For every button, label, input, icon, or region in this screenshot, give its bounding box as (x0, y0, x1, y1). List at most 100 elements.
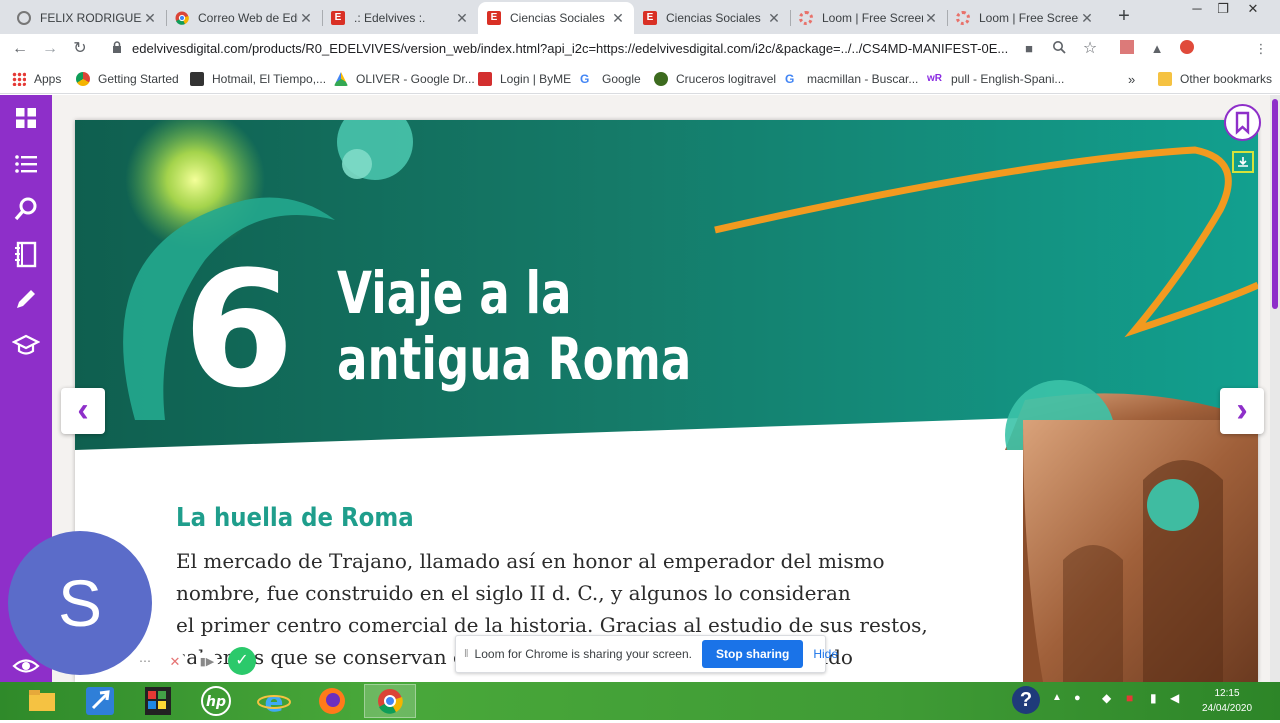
folder-icon (1158, 72, 1172, 86)
google-icon: G (785, 72, 795, 86)
tab-edelvives[interactable]: E .: Edelvives :. ✕ (322, 2, 478, 34)
reload-icon[interactable]: ↻ (69, 38, 91, 60)
restore-icon[interactable]: ❐ (1206, 0, 1240, 20)
help-icon[interactable]: ? (1012, 686, 1040, 714)
internet-explorer-icon[interactable]: e (254, 684, 294, 718)
tab-ciencias-sociales-active[interactable]: E Ciencias Sociales ✕ (478, 2, 634, 34)
bookmarks-overflow-button[interactable]: » (1128, 71, 1135, 87)
bookmark-oliver-drive[interactable]: OLIVER - Google Dr... (334, 71, 475, 87)
notebook-icon[interactable] (12, 240, 40, 268)
bookmark-label: macmillan - Buscar... (807, 72, 919, 86)
msn-icon (190, 72, 204, 86)
battery-icon[interactable]: ▮ (1150, 691, 1157, 705)
tab-title: FELIX RODRIGUEZ I (40, 11, 142, 25)
bookmark-getting-started[interactable]: Getting Started (76, 71, 179, 87)
tab-loom-1[interactable]: Loom | Free Screen ✕ (790, 2, 947, 34)
antivirus-icon[interactable]: ■ (1126, 691, 1133, 705)
next-page-button[interactable]: › (1220, 388, 1264, 434)
bookmark-other[interactable]: Other bookmarks (1158, 71, 1272, 87)
back-arrow-icon[interactable]: ← (9, 38, 31, 60)
bookmark-page-button[interactable] (1224, 104, 1261, 141)
tab-loom-2[interactable]: Loom | Free Screen ✕ (947, 2, 1103, 34)
bookmark-google[interactable]: G Google (580, 71, 641, 87)
tab-correo[interactable]: Correo Web de Edu ✕ (166, 2, 322, 34)
zoom-icon[interactable] (1050, 40, 1068, 58)
close-tab-icon[interactable]: ✕ (1079, 10, 1095, 26)
bookmark-label: Hotmail, El Tiempo,... (212, 72, 327, 86)
volume-icon[interactable]: ◀ (1170, 691, 1179, 705)
system-clock[interactable]: 12:15 24/04/2020 (1198, 686, 1256, 716)
paint-app-icon[interactable] (138, 684, 178, 718)
tab-felix[interactable]: FELIX RODRIGUEZ I ✕ (8, 2, 166, 34)
close-tab-icon[interactable]: ✕ (454, 10, 470, 26)
extension-icon[interactable] (1178, 40, 1196, 58)
chrome-taskbar-icon[interactable] (364, 684, 416, 718)
graduation-cap-icon[interactable] (12, 331, 40, 359)
apps-grid-icon (12, 72, 26, 86)
window-close-icon[interactable]: ✕ (1236, 0, 1270, 20)
address-bar[interactable]: edelvivesdigital.com/products/R0_EDELVIV… (100, 36, 1112, 62)
rocket-app-icon[interactable] (80, 684, 120, 718)
body-line: El mercado de Trajano, llamado así en ho… (176, 549, 885, 573)
body-line: nombre, fue construido en el siglo II d.… (176, 581, 851, 605)
google-drive-icon (334, 72, 348, 86)
loom-finish-icon[interactable]: ✓ (228, 647, 256, 675)
hp-icon[interactable]: hp (196, 684, 236, 718)
google-icon: G (580, 72, 590, 86)
bookmark-label: OLIVER - Google Dr... (356, 72, 475, 86)
bookmark-star-icon[interactable]: ☆ (1081, 40, 1099, 58)
list-icon[interactable] (12, 150, 40, 178)
search-icon[interactable] (12, 195, 40, 223)
tab-ciencias-sociales[interactable]: E Ciencias Sociales ✕ (634, 2, 790, 34)
close-tab-icon[interactable]: ✕ (923, 10, 939, 26)
loom-cancel-icon[interactable]: ✕ (164, 651, 186, 673)
forward-arrow-icon[interactable]: → (39, 38, 61, 60)
bookmark-apps[interactable]: Apps (12, 71, 61, 87)
camera-icon[interactable]: ■ (1020, 40, 1038, 58)
new-tab-button[interactable]: + (1112, 5, 1136, 29)
hide-button[interactable]: Hide (813, 647, 838, 661)
loom-pause-icon[interactable]: ▮▶ (196, 651, 218, 673)
pdf-extension-icon[interactable] (1118, 40, 1136, 58)
file-explorer-icon[interactable] (22, 684, 62, 718)
close-tab-icon[interactable]: ✕ (298, 10, 314, 26)
close-tab-icon[interactable]: ✕ (766, 10, 782, 26)
tab-title: .: Edelvives :. (354, 11, 426, 25)
drag-handle-icon[interactable]: ‖ (464, 648, 469, 660)
bookmark-byme[interactable]: Login | ByME (478, 71, 571, 87)
bookmark-macmillan[interactable]: G macmillan - Buscar... (785, 71, 918, 87)
drive-extension-icon[interactable]: ▲ (1148, 40, 1166, 58)
loom-more-icon[interactable]: ⋯ (134, 651, 156, 673)
tray-expand-icon[interactable]: ▲ (1052, 692, 1062, 703)
microphone-icon[interactable]: ● (1074, 692, 1081, 704)
section-title: La huella de Roma (176, 503, 414, 533)
chapter-title-line: Viaje a la (337, 259, 572, 327)
menu-kebab-icon[interactable]: ⋮ (1252, 40, 1270, 58)
resource-icon[interactable] (1232, 151, 1254, 173)
bookmark-label: Google (602, 72, 641, 86)
scrollbar-thumb[interactable] (1272, 99, 1278, 309)
firefox-icon[interactable] (312, 684, 352, 718)
bookmarks-bar: Apps Getting Started Hotmail, El Tiempo,… (0, 64, 1280, 94)
pencil-icon[interactable] (12, 285, 40, 313)
index-grid-icon[interactable] (12, 104, 40, 132)
tab-strip: FELIX RODRIGUEZ I ✕ Correo Web de Edu ✕ … (0, 0, 1280, 34)
loom-camera-bubble[interactable]: S (8, 531, 152, 675)
close-tab-icon[interactable]: ✕ (610, 10, 626, 26)
windows-taskbar: hp e ? ▲ ● ◆ ■ ▮ ◀ 12:15 24/04/2020 (0, 682, 1280, 720)
bookmark-label: Other bookmarks (1180, 72, 1273, 86)
page-scrollbar[interactable] (1270, 95, 1280, 682)
stop-sharing-button[interactable]: Stop sharing (701, 640, 804, 668)
wordreference-icon: wR (927, 73, 942, 84)
bookmark-hotmail[interactable]: Hotmail, El Tiempo,... (190, 71, 326, 87)
bookmark-wordreference[interactable]: wR pull - English-Spani... (927, 71, 1064, 87)
dropbox-icon[interactable]: ◆ (1102, 691, 1111, 705)
bookmark-logitravel[interactable]: Cruceros logitravel (654, 71, 776, 87)
chrome-icon (174, 10, 190, 26)
svg-text:e: e (265, 685, 284, 718)
close-tab-icon[interactable]: ✕ (142, 10, 158, 26)
loom-icon (955, 10, 971, 26)
previous-page-button[interactable]: ‹ (61, 388, 105, 434)
edelvives-icon: E (642, 10, 658, 26)
chapter-title: Viaje a la antigua Roma (337, 260, 691, 392)
